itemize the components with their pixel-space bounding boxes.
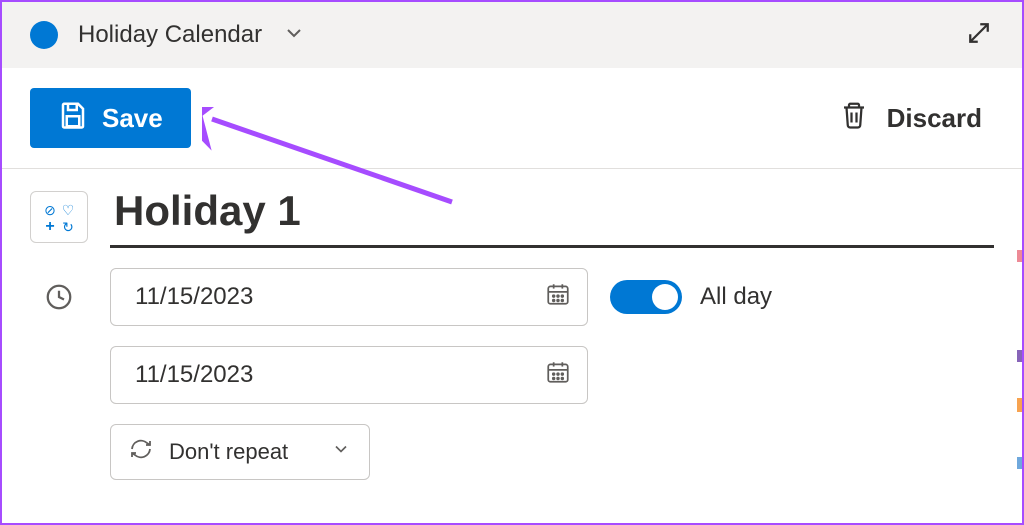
event-title-input[interactable] (110, 187, 994, 248)
edge-strip (1017, 457, 1023, 469)
start-date-picker[interactable]: 11/15/2023 (110, 268, 588, 326)
calendar-icon (545, 281, 571, 314)
save-button[interactable]: Save (30, 88, 191, 148)
end-date-picker[interactable]: 11/15/2023 (110, 346, 588, 404)
emoji-grid-icon: ⊘ ♡ + ↻ (42, 203, 76, 231)
save-icon (58, 100, 88, 137)
trash-icon (839, 99, 869, 138)
start-date-value: 11/15/2023 (135, 283, 253, 311)
all-day-label: All day (700, 283, 772, 311)
repeat-dropdown[interactable]: Don't repeat (110, 424, 370, 480)
calendar-icon (545, 359, 571, 392)
all-day-toggle[interactable] (610, 280, 682, 314)
header-bar: Holiday Calendar (2, 2, 1022, 68)
toggle-knob (652, 284, 678, 310)
repeat-icon (129, 437, 153, 467)
edge-strip (1017, 250, 1023, 262)
expand-icon[interactable] (964, 18, 994, 53)
emoji-picker-button[interactable]: ⊘ ♡ + ↻ (30, 191, 88, 243)
clock-icon (44, 282, 74, 317)
edge-strip (1017, 398, 1023, 412)
chevron-down-icon (331, 439, 351, 465)
discard-button[interactable]: Discard (839, 99, 982, 138)
chevron-down-icon[interactable] (282, 21, 306, 50)
discard-label: Discard (887, 103, 982, 134)
save-label: Save (102, 103, 163, 134)
repeat-label: Don't repeat (169, 439, 288, 465)
calendar-color-dot (30, 21, 58, 49)
edge-strip (1017, 350, 1023, 362)
action-row: Save Discard (2, 68, 1022, 168)
calendar-name[interactable]: Holiday Calendar (78, 21, 262, 49)
end-date-value: 11/15/2023 (135, 361, 253, 389)
